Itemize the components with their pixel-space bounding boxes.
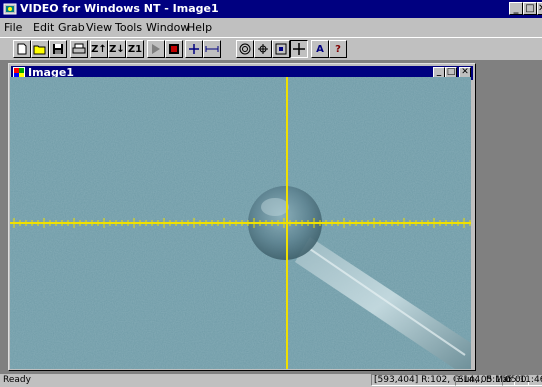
new-file-icon[interactable] <box>13 40 31 58</box>
frame-icon[interactable] <box>272 40 290 58</box>
menu-edit[interactable]: Edit <box>33 21 54 34</box>
zoom-out-icon[interactable]: Z↓ <box>108 40 126 58</box>
cross-icon[interactable] <box>290 40 308 58</box>
toolbar: Z↑ Z↓ Z1 A ? <box>0 37 542 61</box>
menu-view[interactable]: View <box>86 21 112 34</box>
menu-grab[interactable]: Grab <box>58 21 85 34</box>
measure-icon[interactable] <box>203 40 221 58</box>
open-folder-icon[interactable] <box>31 40 49 58</box>
close-button[interactable]: ✕ <box>537 2 542 15</box>
status-time: 05:11:46 PM <box>502 374 542 386</box>
app-title: VIDEO for Windows NT - Image1 <box>20 2 219 15</box>
maximize-button[interactable]: □ <box>523 2 537 15</box>
status-bar: Ready [593,404] R:102, G:144, B:165 Sun,… <box>0 374 542 387</box>
menu-help[interactable]: Help <box>187 21 212 34</box>
video-frame <box>10 77 471 369</box>
target-icon[interactable] <box>236 40 254 58</box>
status-ready: Ready <box>3 375 31 385</box>
zoom-one-icon[interactable]: Z1 <box>126 40 144 58</box>
menu-tools[interactable]: Tools <box>115 21 142 34</box>
record-icon[interactable] <box>165 40 183 58</box>
move-icon[interactable] <box>254 40 272 58</box>
text-icon[interactable]: A <box>311 40 329 58</box>
app-icon <box>3 3 17 15</box>
help-icon[interactable]: ? <box>329 40 347 58</box>
menu-window[interactable]: Window <box>146 21 189 34</box>
minimize-button[interactable]: _ <box>509 2 523 15</box>
crosshair-small-icon[interactable] <box>185 40 203 58</box>
zoom-in-icon[interactable]: Z↑ <box>90 40 108 58</box>
menu-bar: File Edit Grab View Tools Window Help <box>0 18 542 37</box>
play-icon[interactable] <box>147 40 165 58</box>
app-titlebar[interactable]: VIDEO for Windows NT - Image1 _ □ ✕ <box>0 0 542 18</box>
menu-file[interactable]: File <box>4 21 22 34</box>
print-icon[interactable] <box>70 40 88 58</box>
save-disk-icon[interactable] <box>49 40 67 58</box>
video-image[interactable] <box>10 77 471 369</box>
